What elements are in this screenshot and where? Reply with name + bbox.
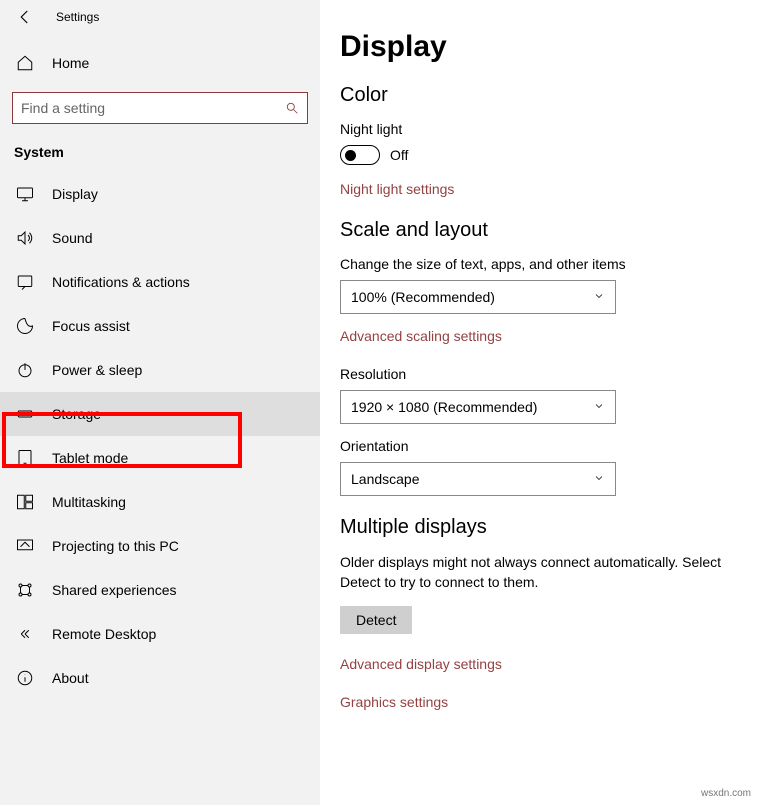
sidebar-item-storage[interactable]: Storage <box>0 392 320 436</box>
sidebar-item-label: Display <box>52 186 98 202</box>
detect-button[interactable]: Detect <box>340 606 412 634</box>
color-heading: Color <box>340 84 759 107</box>
scale-select[interactable]: 100% (Recommended) <box>340 280 616 314</box>
night-light-label: Night light <box>340 121 759 137</box>
night-light-settings-link[interactable]: Night light settings <box>340 181 759 197</box>
sidebar-item-label: About <box>52 670 89 686</box>
scale-label: Change the size of text, apps, and other… <box>340 256 759 272</box>
storage-icon <box>16 405 34 423</box>
sidebar-header: Settings <box>0 4 320 44</box>
orientation-label: Orientation <box>340 438 759 454</box>
sidebar-item-sound[interactable]: Sound <box>0 216 320 260</box>
sidebar-item-label: Notifications & actions <box>52 274 190 290</box>
tablet-icon <box>16 449 34 467</box>
sidebar: Settings Home System Display Sound Notif… <box>0 0 320 805</box>
search-input[interactable] <box>21 100 285 116</box>
sidebar-item-tablet-mode[interactable]: Tablet mode <box>0 436 320 480</box>
scale-heading: Scale and layout <box>340 219 759 242</box>
chevron-down-icon <box>593 399 605 415</box>
multi-heading: Multiple displays <box>340 516 759 539</box>
sidebar-item-about[interactable]: About <box>0 656 320 700</box>
remote-icon <box>16 625 34 643</box>
page-title: Display <box>340 30 759 64</box>
sidebar-item-power-sleep[interactable]: Power & sleep <box>0 348 320 392</box>
multitasking-icon <box>16 493 34 511</box>
back-icon[interactable] <box>16 8 34 26</box>
sidebar-item-label: Projecting to this PC <box>52 538 179 554</box>
sound-icon <box>16 229 34 247</box>
window-title: Settings <box>56 10 99 24</box>
sidebar-item-label: Multitasking <box>52 494 126 510</box>
main-content: Display Color Night light Off Night ligh… <box>320 0 759 805</box>
sidebar-item-label: Shared experiences <box>52 582 177 598</box>
projecting-icon <box>16 537 34 555</box>
chevron-down-icon <box>593 289 605 305</box>
sidebar-item-label: Sound <box>52 230 92 246</box>
night-light-row: Off <box>340 145 759 165</box>
chevron-down-icon <box>593 471 605 487</box>
display-icon <box>16 185 34 203</box>
scale-value: 100% (Recommended) <box>351 289 495 305</box>
sidebar-item-focus-assist[interactable]: Focus assist <box>0 304 320 348</box>
notifications-icon <box>16 273 34 291</box>
multi-text: Older displays might not always connect … <box>340 553 750 592</box>
search-icon <box>285 101 299 115</box>
night-light-toggle[interactable] <box>340 145 380 165</box>
advanced-display-link[interactable]: Advanced display settings <box>340 656 759 672</box>
sidebar-item-label: Storage <box>52 406 101 422</box>
toggle-knob <box>345 150 356 161</box>
sidebar-item-display[interactable]: Display <box>0 172 320 216</box>
focus-assist-icon <box>16 317 34 335</box>
sidebar-item-label: Tablet mode <box>52 450 128 466</box>
resolution-label: Resolution <box>340 366 759 382</box>
resolution-value: 1920 × 1080 (Recommended) <box>351 399 537 415</box>
resolution-select[interactable]: 1920 × 1080 (Recommended) <box>340 390 616 424</box>
sidebar-item-notifications[interactable]: Notifications & actions <box>0 260 320 304</box>
home-button[interactable]: Home <box>0 44 320 82</box>
home-label: Home <box>52 55 89 71</box>
orientation-select[interactable]: Landscape <box>340 462 616 496</box>
graphics-settings-link[interactable]: Graphics settings <box>340 694 759 710</box>
night-light-state: Off <box>390 147 408 163</box>
sidebar-item-label: Power & sleep <box>52 362 142 378</box>
search-box[interactable] <box>12 92 308 124</box>
sidebar-item-multitasking[interactable]: Multitasking <box>0 480 320 524</box>
home-icon <box>16 54 34 72</box>
about-icon <box>16 669 34 687</box>
sidebar-item-label: Remote Desktop <box>52 626 156 642</box>
sidebar-item-projecting[interactable]: Projecting to this PC <box>0 524 320 568</box>
power-icon <box>16 361 34 379</box>
watermark: wsxdn.com <box>701 788 751 799</box>
sidebar-item-label: Focus assist <box>52 318 130 334</box>
shared-icon <box>16 581 34 599</box>
orientation-value: Landscape <box>351 471 420 487</box>
advanced-scaling-link[interactable]: Advanced scaling settings <box>340 328 759 344</box>
section-title: System <box>0 144 320 172</box>
sidebar-item-shared-experiences[interactable]: Shared experiences <box>0 568 320 612</box>
sidebar-item-remote-desktop[interactable]: Remote Desktop <box>0 612 320 656</box>
